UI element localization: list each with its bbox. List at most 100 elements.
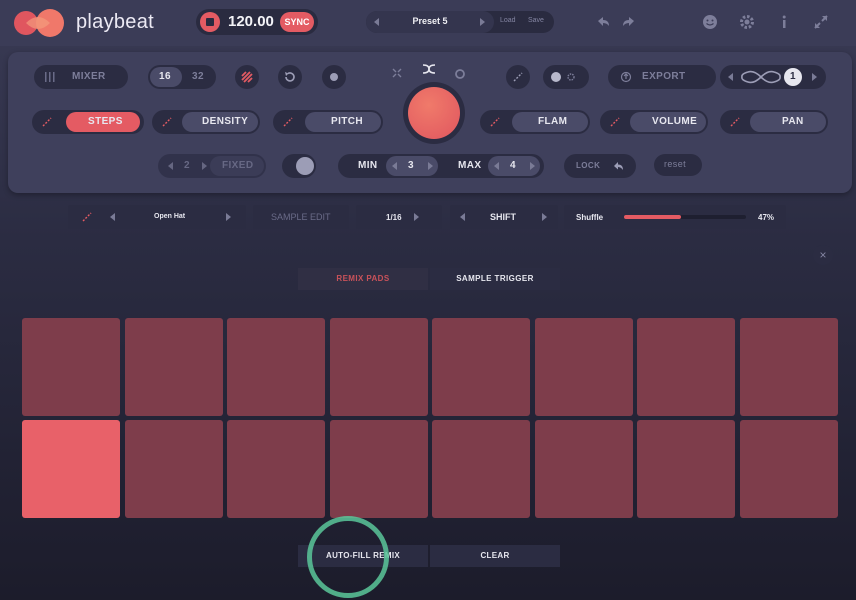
fixed-next-icon[interactable] [202,162,207,170]
flam-control[interactable]: FLAM [480,110,590,134]
preset-next-icon[interactable] [480,18,485,26]
undo-icon[interactable] [594,13,612,31]
pitch-control[interactable]: PITCH [273,110,383,134]
remix-pad[interactable] [637,420,735,518]
remix-pad[interactable] [227,318,325,416]
division-selector[interactable]: 1/16 [356,205,442,229]
link-icon [730,117,740,127]
export-label: EXPORT [642,71,686,82]
instrument-next-icon[interactable] [226,213,231,221]
max-increase-icon[interactable] [530,162,535,170]
remix-pad[interactable] [124,318,223,416]
loop-next-icon[interactable] [812,73,817,81]
steps-32-button[interactable]: 32 [192,71,204,82]
remix-pad[interactable] [739,318,838,416]
stop-icon[interactable] [200,12,220,32]
mode-toggle[interactable] [543,65,589,89]
remix-pad[interactable] [124,420,223,518]
remix-pad[interactable] [432,318,530,416]
remix-pad[interactable] [22,420,120,518]
infinity-icon [741,70,781,84]
instrument-selector[interactable]: Open Hat [68,205,246,229]
preset-prev-icon[interactable] [374,18,379,26]
bpm-display[interactable]: 120.00 [228,13,274,30]
mixer-button[interactable]: MIXER [34,65,128,89]
clear-button[interactable]: CLEAR [430,545,560,567]
volume-control[interactable]: VOLUME [600,110,708,134]
fixed-control[interactable]: 2 FIXED [158,154,266,178]
export-icon [620,71,632,83]
save-button[interactable]: Save [528,17,544,24]
steps-control[interactable]: STEPS [32,110,144,134]
loop-prev-icon[interactable] [728,73,733,81]
sample-edit-button[interactable]: SAMPLE EDIT [253,205,349,229]
gear-icon[interactable] [738,13,756,31]
info-icon[interactable] [775,13,793,31]
range-toggle[interactable] [282,154,316,178]
logo-icon [14,9,64,37]
link-icon [162,117,172,127]
min-increase-icon[interactable] [428,162,433,170]
sample-edit-label: SAMPLE EDIT [271,212,331,222]
smiley-icon[interactable] [701,13,719,31]
refresh-button[interactable] [278,65,302,89]
shift-control[interactable]: SHIFT [450,205,558,229]
remix-pad[interactable] [329,318,428,416]
remix-pad[interactable] [534,420,633,518]
sync-button[interactable]: SYNC [280,12,314,32]
export-button[interactable]: EXPORT [608,65,716,89]
division-next-icon[interactable] [414,213,419,221]
sun-icon [567,73,575,81]
mixer-label: MIXER [72,71,106,82]
remix-pad[interactable] [739,420,838,518]
load-button[interactable]: Load [500,17,516,24]
cycle-icon[interactable] [454,68,466,80]
mode-dot-icon [551,72,561,82]
remix-pad[interactable] [637,318,735,416]
shuffle-slider-track[interactable] [624,215,746,219]
remix-pad[interactable] [22,318,120,416]
expand-icon[interactable] [812,13,830,31]
step-count-toggle[interactable]: 16 32 [148,65,216,89]
steps-16-label: 16 [159,71,171,82]
pattern-button[interactable] [235,65,259,89]
record-button[interactable] [322,65,346,89]
mixer-icon [45,72,55,82]
link-button[interactable] [506,65,530,89]
main-knob[interactable] [403,82,465,144]
reset-button[interactable]: reset [654,154,702,176]
steps-label: STEPS [88,116,123,127]
pan-control[interactable]: PAN [720,110,828,134]
min-value: 3 [408,160,414,171]
tab-sample-trigger[interactable]: SAMPLE TRIGGER [430,268,560,290]
redo-icon[interactable] [620,13,638,31]
remix-pad[interactable] [432,420,530,518]
fixed-prev-icon[interactable] [168,162,173,170]
preset-name[interactable]: Preset 5 [386,16,474,26]
remix-pad[interactable] [329,420,428,518]
instrument-prev-icon[interactable] [110,213,115,221]
remix-pad[interactable] [227,420,325,518]
shuffle-label: Shuffle [576,213,604,222]
shift-next-icon[interactable] [542,213,547,221]
toggle-knob [296,157,314,175]
shrink-icon[interactable] [392,68,402,78]
min-label: MIN [358,160,378,171]
tab-remix-pads[interactable]: REMIX PADS [298,268,428,290]
control-panel: MIXER 16 32 EXPORT 1 STEPS DENSITY PITCH… [8,52,852,193]
reset-label: reset [664,159,687,169]
highlight-ring [307,516,389,598]
min-decrease-icon[interactable] [392,162,397,170]
shift-prev-icon[interactable] [460,213,465,221]
close-icon[interactable]: × [813,245,833,265]
flam-label: FLAM [538,116,568,127]
preset-selector: Preset 5 Load Save [366,11,554,33]
max-decrease-icon[interactable] [494,162,499,170]
lock-button[interactable]: LOCK [564,154,636,178]
refresh-icon [285,72,295,82]
density-label: DENSITY [202,116,249,127]
density-control[interactable]: DENSITY [152,110,260,134]
pitch-label: PITCH [331,116,363,127]
remix-pad[interactable] [534,318,633,416]
shuffle-icon[interactable] [422,62,436,76]
